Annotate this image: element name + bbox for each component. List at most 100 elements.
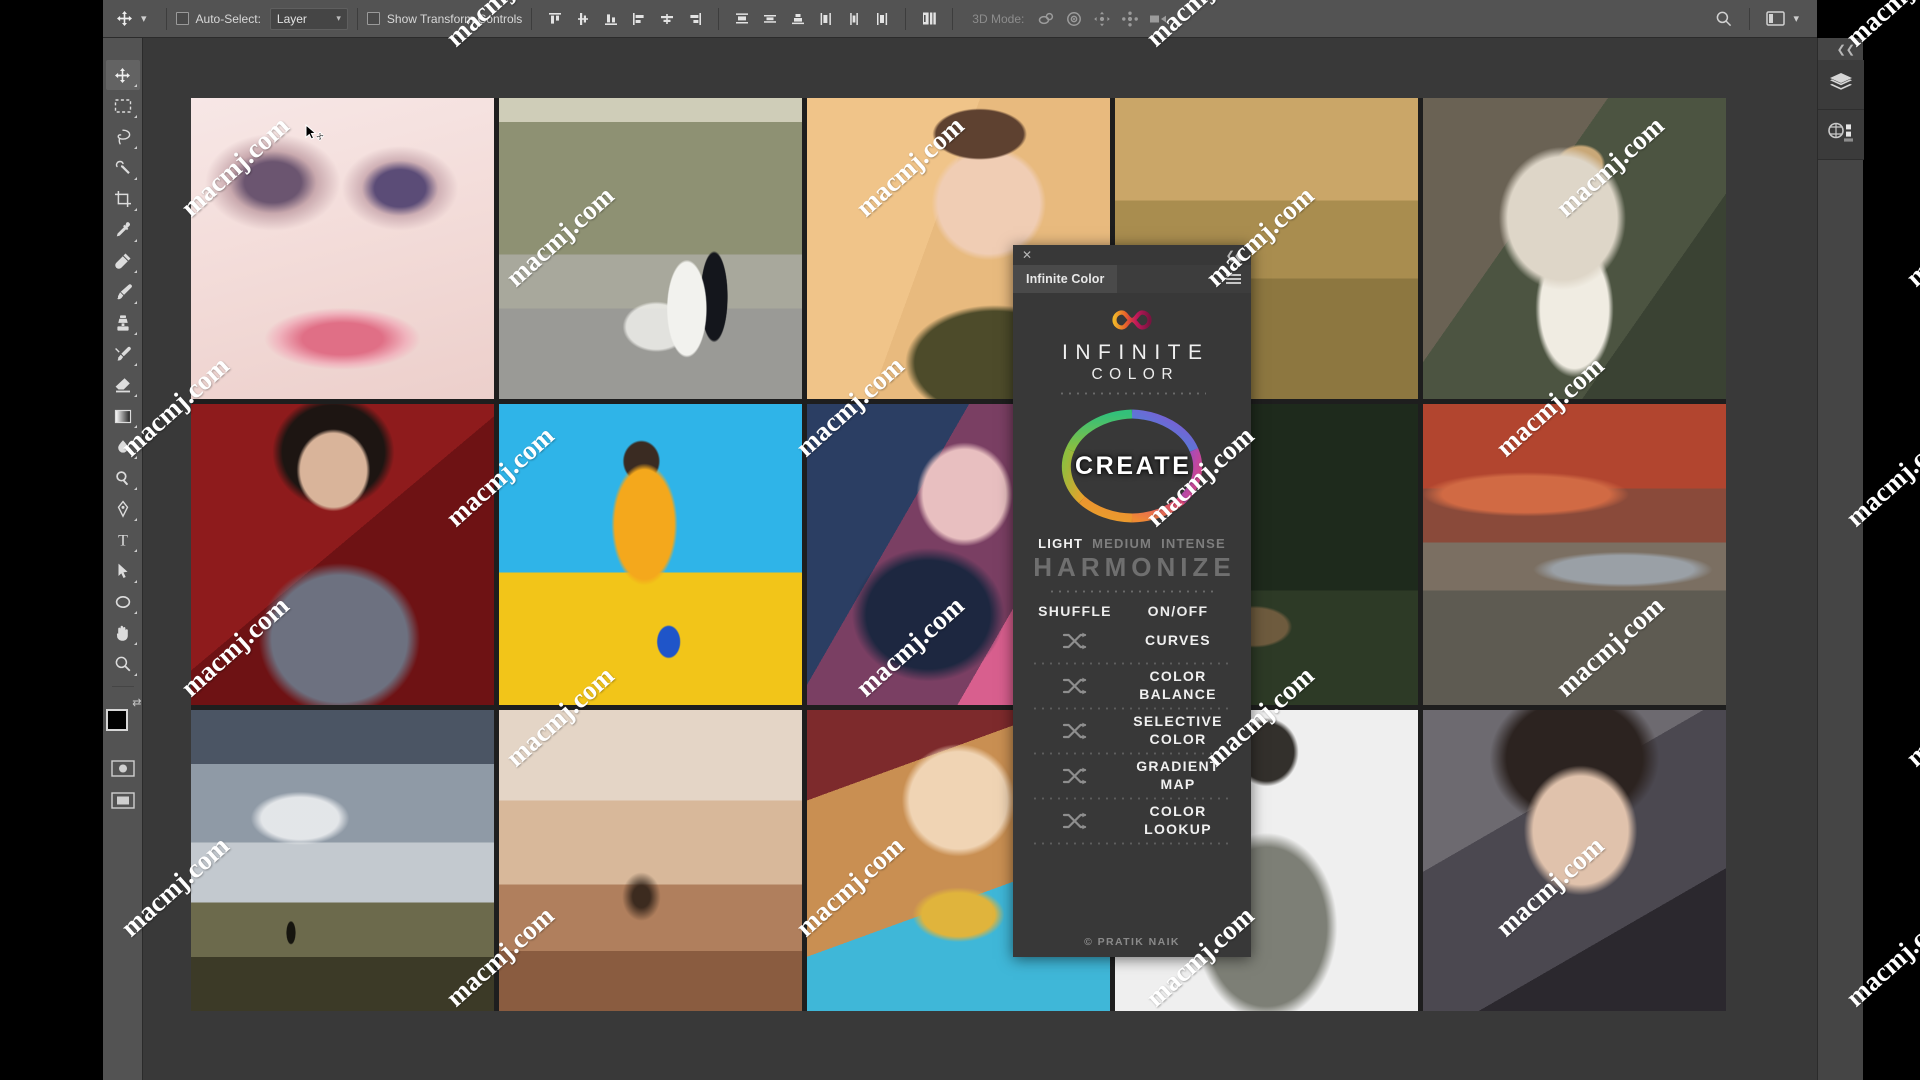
photo-yellow-coat-camera	[499, 404, 802, 705]
swap-colors-icon[interactable]: ⇄	[132, 696, 141, 709]
separator	[905, 8, 906, 30]
separator	[531, 8, 532, 30]
path-selection-tool[interactable]	[106, 556, 140, 586]
intensity-option-medium[interactable]: MEDIUM	[1092, 536, 1152, 551]
shuffle-icon[interactable]	[1029, 721, 1121, 741]
eyedropper-tool[interactable]	[106, 215, 140, 245]
move-tool[interactable]	[106, 60, 140, 90]
create-button[interactable]: CREATE	[1056, 406, 1208, 526]
crop-tool[interactable]	[106, 184, 140, 214]
workspace-switcher-icon[interactable]	[1759, 6, 1791, 32]
panel-titlebar: ✕ ❮❮	[1013, 245, 1251, 265]
layers-panel-button[interactable]	[1818, 60, 1864, 110]
clone-stamp-tool[interactable]	[106, 308, 140, 338]
screen-mode-icon[interactable]	[109, 789, 137, 811]
intensity-option-intense[interactable]: INTENSE	[1161, 536, 1226, 551]
align-horizontal-centers-icon[interactable]	[654, 6, 680, 32]
tool-flyout-indicator	[134, 177, 137, 180]
brush-tool[interactable]	[106, 277, 140, 307]
roll-3d-object-icon[interactable]	[1060, 6, 1088, 32]
distribute-vertical-centers-icon[interactable]	[757, 6, 783, 32]
hand-tool[interactable]	[106, 618, 140, 648]
quick-mask-mode-icon[interactable]	[109, 757, 137, 779]
distribute-top-edges-icon[interactable]	[729, 6, 755, 32]
effect-row-gradient-map: GRADIENT MAP	[1029, 756, 1235, 796]
auto-align-layers-icon[interactable]	[916, 6, 942, 32]
type-tool[interactable]: T	[106, 525, 140, 555]
align-left-edges-icon[interactable]	[626, 6, 652, 32]
foreground-color-swatch[interactable]	[106, 709, 128, 731]
harmonize-button[interactable]: HARMONIZE	[1028, 553, 1235, 582]
align-bottom-edges-icon[interactable]	[598, 6, 624, 32]
shuffle-icon[interactable]	[1029, 676, 1121, 696]
dodge-tool[interactable]	[106, 463, 140, 493]
tool-flyout-indicator	[134, 270, 137, 273]
tool-flyout-indicator	[134, 208, 137, 211]
column-header-onoff: ON/OFF	[1121, 603, 1235, 619]
color-swatches: ⇄	[104, 707, 142, 747]
shuffle-icon[interactable]	[1029, 766, 1121, 786]
effect-label-color-balance[interactable]: COLOR BALANCE	[1121, 668, 1235, 704]
tool-flyout-indicator	[134, 549, 137, 552]
panel-footer-credit: © PRATIK NAIK	[1084, 930, 1180, 957]
effect-label-curves[interactable]: CURVES	[1121, 632, 1235, 650]
rotate-3d-object-icon[interactable]	[1032, 6, 1060, 32]
align-top-edges-icon[interactable]	[542, 6, 568, 32]
photo-pale-portrait-closeup	[191, 98, 494, 399]
auto-select-checkbox[interactable]	[176, 12, 189, 25]
shuffle-icon[interactable]	[1029, 631, 1121, 651]
eraser-tool[interactable]	[106, 370, 140, 400]
ellipse-shape-tool[interactable]	[106, 587, 140, 617]
collapse-icon[interactable]: ❮❮	[1226, 249, 1242, 262]
panel-body: INFINITE COLOR	[1013, 293, 1251, 957]
zoom-tool[interactable]	[106, 649, 140, 679]
lasso-tool[interactable]	[106, 122, 140, 152]
drag-3d-object-icon[interactable]	[1088, 6, 1116, 32]
distribute-left-edges-icon[interactable]	[813, 6, 839, 32]
search-icon[interactable]	[1708, 6, 1740, 32]
close-icon[interactable]: ✕	[1022, 249, 1032, 261]
gradient-tool[interactable]	[106, 401, 140, 431]
tool-preset-chevron-icon[interactable]: ▾	[141, 12, 147, 25]
align-vertical-centers-icon[interactable]	[570, 6, 596, 32]
distribute-right-edges-icon[interactable]	[869, 6, 895, 32]
auto-select-value: Layer	[277, 12, 307, 26]
intensity-option-light[interactable]: LIGHT	[1038, 536, 1083, 551]
rectangular-marquee-tool[interactable]	[106, 91, 140, 121]
effect-label-gradient-map[interactable]: GRADIENT MAP	[1121, 758, 1235, 794]
history-brush-tool[interactable]	[106, 339, 140, 369]
tool-flyout-indicator	[134, 363, 137, 366]
spot-healing-brush-tool[interactable]	[106, 246, 140, 276]
panel-menu-icon[interactable]	[1226, 265, 1251, 293]
quick-selection-tool[interactable]	[106, 153, 140, 183]
collapse-panels-icon[interactable]: ❮❮	[1818, 38, 1863, 60]
auto-select-dropdown[interactable]: Layer ▾	[270, 8, 348, 30]
slide-3d-object-icon[interactable]	[1116, 6, 1144, 32]
effect-label-selective-color[interactable]: SELECTIVE COLOR	[1121, 713, 1235, 749]
canvas-area[interactable]	[143, 38, 1817, 1080]
tool-flyout-indicator	[134, 84, 137, 87]
show-transform-checkbox[interactable]	[367, 12, 380, 25]
move-tool-icon[interactable]	[109, 6, 139, 32]
align-right-edges-icon[interactable]	[682, 6, 708, 32]
infinite-color-panel: ✕ ❮❮ Infinite Color	[1013, 245, 1251, 957]
tab-infinite-color[interactable]: Infinite Color	[1013, 265, 1117, 293]
create-button-label: CREATE	[1056, 406, 1208, 526]
shuffle-icon[interactable]	[1029, 811, 1121, 831]
distribute-bottom-edges-icon[interactable]	[785, 6, 811, 32]
tool-flyout-indicator	[134, 146, 137, 149]
options-bar-right: ▾	[1708, 6, 1817, 32]
panel-tab-row: Infinite Color	[1013, 265, 1251, 293]
scale-3d-object-icon[interactable]	[1144, 6, 1172, 32]
distribute-horizontal-centers-icon[interactable]	[841, 6, 867, 32]
photo-bride-hanging-chair	[1423, 98, 1726, 399]
adjustments-panel-button[interactable]	[1818, 110, 1864, 160]
blur-tool[interactable]	[106, 432, 140, 462]
pen-tool[interactable]	[106, 494, 140, 524]
tool-flyout-indicator	[134, 580, 137, 583]
tool-flyout-indicator	[134, 611, 137, 614]
workspace-chevron-icon[interactable]: ▾	[1793, 12, 1799, 25]
chevron-down-icon: ▾	[336, 13, 341, 24]
effect-row-color-balance: COLOR BALANCE	[1029, 666, 1235, 706]
effect-label-color-lookup[interactable]: COLOR LOOKUP	[1121, 803, 1235, 839]
